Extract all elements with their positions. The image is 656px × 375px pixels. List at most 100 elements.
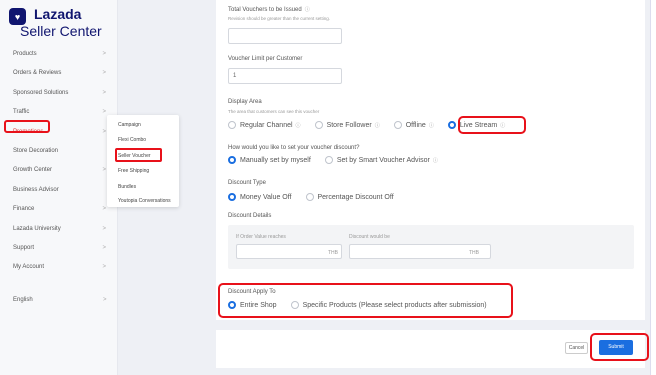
option-label: Percentage Discount Off xyxy=(317,193,394,201)
info-icon[interactable]: ⓘ xyxy=(305,7,310,13)
sidebar-item-support[interactable]: Support > xyxy=(0,239,118,258)
display-option-offline[interactable]: Offline ⓘ xyxy=(393,121,434,129)
option-label: Set by Smart Voucher Advisor xyxy=(336,156,430,164)
radio-off[interactable] xyxy=(314,121,323,129)
order-value-input[interactable] xyxy=(236,244,342,259)
discount-type-options: Money Value Off Percentage Discount Off xyxy=(228,193,408,201)
right-panel-edge xyxy=(650,0,656,375)
info-icon[interactable]: ⓘ xyxy=(296,122,301,129)
radio-off[interactable] xyxy=(393,121,402,129)
voucher-limit-label: Voucher Limit per Customer xyxy=(228,56,303,62)
submenu-item-campaign[interactable]: Campaign xyxy=(118,122,141,128)
radio-off[interactable] xyxy=(324,156,333,164)
sidebar-item-orders-reviews[interactable]: Orders & Reviews > xyxy=(0,64,118,83)
sidebar-item-store-decoration[interactable]: Store Decoration xyxy=(0,142,118,161)
discount-apply-label: Discount Apply To xyxy=(228,289,276,295)
seller-voucher-highlight xyxy=(115,148,162,162)
promotions-highlight xyxy=(4,120,50,133)
sidebar-item-lazada-university[interactable]: Lazada University > xyxy=(0,220,118,239)
option-label: Money Value Off xyxy=(240,193,292,201)
sidebar-item-label: Sponsored Solutions xyxy=(13,89,69,96)
sidebar-item-business-advisor[interactable]: Business Advisor xyxy=(0,181,118,200)
submenu-item-free-shipping[interactable]: Free Shipping xyxy=(118,168,149,174)
chevron-right-icon: > xyxy=(102,244,106,251)
apply-option-specific-products[interactable]: Specific Products (Please select product… xyxy=(290,301,487,309)
chevron-right-icon: > xyxy=(102,167,106,174)
label-text: Total Vouchers to be Issued xyxy=(228,7,302,13)
option-label: Store Follower xyxy=(326,121,372,129)
discount-apply-options: Entire Shop Specific Products (Please se… xyxy=(228,301,501,309)
info-icon[interactable]: ⓘ xyxy=(375,122,380,129)
sidebar-item-finance[interactable]: Finance > xyxy=(0,200,118,219)
option-label: Offline xyxy=(405,121,426,129)
chevron-right-icon: > xyxy=(102,206,106,213)
radio-off[interactable] xyxy=(228,121,236,129)
display-option-regular-channel[interactable]: Regular Channel ⓘ xyxy=(228,121,301,129)
chevron-right-icon: > xyxy=(102,109,106,116)
brand-name: Lazada xyxy=(34,6,82,22)
chevron-right-icon: > xyxy=(102,264,106,271)
option-label: Entire Shop xyxy=(240,301,277,309)
display-area-hint: The area that customers can see this vou… xyxy=(228,109,320,114)
language-selector[interactable]: English xyxy=(13,297,33,303)
discount-type-option-percentage[interactable]: Percentage Discount Off xyxy=(305,193,394,201)
total-vouchers-input[interactable] xyxy=(228,28,342,44)
sidebar-item-growth-center[interactable]: Growth Center > xyxy=(0,161,118,180)
discount-value-currency: THB xyxy=(469,250,479,256)
chevron-right-icon: > xyxy=(102,128,106,135)
info-icon[interactable]: ⓘ xyxy=(433,157,438,164)
submenu-item-flexi-combo[interactable]: Flexi Combo xyxy=(118,137,146,143)
sidebar-item-label: Traffic xyxy=(13,109,30,116)
sidebar-item-label: Products xyxy=(13,51,37,57)
sidebar-item-label: Business Advisor xyxy=(13,186,59,193)
sidebar-item-label: Orders & Reviews xyxy=(13,70,62,77)
submenu-item-bundles[interactable]: Bundles xyxy=(118,184,136,190)
total-vouchers-label: Total Vouchers to be Issued ⓘ xyxy=(228,6,310,13)
set-discount-options: Manually set by myself Set by Smart Vouc… xyxy=(228,156,452,164)
sidebar-item-label: Store Decoration xyxy=(13,147,59,154)
display-area-label: Display Area xyxy=(228,99,262,105)
chevron-right-icon: > xyxy=(102,89,106,96)
radio-off[interactable] xyxy=(290,301,299,309)
option-label: Specific Products (Please select product… xyxy=(302,301,487,309)
order-value-currency: THB xyxy=(328,250,338,256)
discount-value-label: Discount would be xyxy=(349,234,390,240)
display-option-store-follower[interactable]: Store Follower ⓘ xyxy=(314,121,380,129)
set-discount-option-smart-advisor[interactable]: Set by Smart Voucher Advisor ⓘ xyxy=(324,156,438,164)
cancel-button[interactable]: Cancel xyxy=(565,342,588,354)
discount-type-option-money[interactable]: Money Value Off xyxy=(228,193,292,201)
radio-on[interactable] xyxy=(447,121,456,129)
live-stream-highlight xyxy=(458,116,526,134)
radio-on[interactable] xyxy=(228,301,236,309)
option-label: Regular Channel xyxy=(240,121,293,129)
discount-details-label: Discount Details xyxy=(228,213,272,219)
sidebar-item-label: Growth Center xyxy=(13,167,53,174)
sidebar-item-label: Finance xyxy=(13,206,35,213)
chevron-right-icon: > xyxy=(102,70,106,77)
sidebar-item-sponsored-solutions[interactable]: Sponsored Solutions > xyxy=(0,84,118,103)
order-value-label: If Order Value reaches xyxy=(236,234,286,240)
sidebar-nav: Products > Orders & Reviews > Sponsored So… xyxy=(0,45,118,278)
sidebar-item-products[interactable]: Products > xyxy=(0,45,118,64)
chevron-right-icon: > xyxy=(102,51,106,57)
set-discount-option-manual[interactable]: Manually set by myself xyxy=(228,156,311,164)
lazada-logo[interactable]: ♥ Lazada Seller Center xyxy=(6,4,118,40)
sidebar: ♥ Lazada Seller Center Products > Orders … xyxy=(0,0,118,375)
chevron-right-icon: > xyxy=(103,297,107,303)
info-icon[interactable]: ⓘ xyxy=(429,122,434,129)
voucher-limit-input[interactable]: 1 xyxy=(228,68,342,84)
chevron-right-icon: > xyxy=(102,225,106,232)
option-label: Manually set by myself xyxy=(240,156,311,164)
radio-on[interactable] xyxy=(228,156,236,164)
set-discount-label: How would you like to set your voucher d… xyxy=(228,145,360,151)
apply-option-entire-shop[interactable]: Entire Shop xyxy=(228,301,277,309)
sidebar-item-label: Support xyxy=(13,244,35,251)
submenu-item-youtopia-conversations[interactable]: Youtopia Conversations xyxy=(118,198,171,204)
radio-off[interactable] xyxy=(305,193,314,201)
discount-type-label: Discount Type xyxy=(228,180,266,186)
radio-on[interactable] xyxy=(228,193,236,201)
sidebar-item-label: Lazada University xyxy=(13,225,61,232)
sidebar-item-label: My Account xyxy=(13,264,45,271)
sidebar-item-my-account[interactable]: My Account > xyxy=(0,258,118,277)
brand-subtitle: Seller Center xyxy=(20,23,102,39)
